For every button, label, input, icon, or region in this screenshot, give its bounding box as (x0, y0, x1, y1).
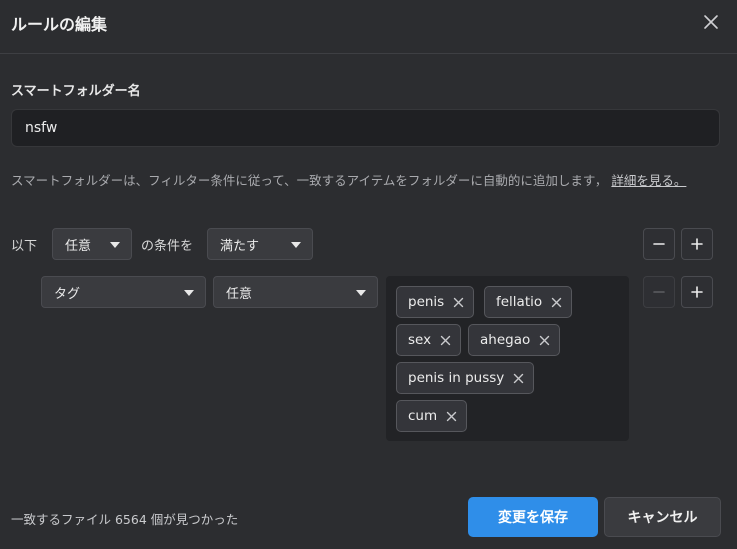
folder-name-input[interactable] (11, 109, 720, 147)
add-rule-button[interactable] (681, 276, 713, 308)
match-mode-select-value: 満たす (220, 238, 260, 254)
tag-chip-label: cum (408, 408, 438, 424)
tag-chip: cum (396, 400, 468, 432)
rule-field-select[interactable]: タグ (41, 276, 206, 308)
chevron-down-icon (291, 242, 301, 248)
close-icon (440, 335, 450, 345)
remove-tag-button[interactable] (550, 296, 562, 308)
conditions-prefix: 以下 (11, 239, 38, 254)
match-any-select[interactable]: 任意 (52, 228, 132, 260)
tag-chip: sex (396, 324, 462, 356)
close-icon (704, 15, 718, 29)
rule-field-select-value: タグ (54, 286, 81, 302)
conditions-middle: の条件を (141, 239, 194, 254)
close-icon (513, 373, 523, 383)
close-icon (453, 297, 463, 307)
minus-icon (653, 243, 665, 245)
plus-icon (691, 286, 703, 298)
match-mode-select[interactable]: 満たす (207, 228, 313, 260)
tag-chip-label: penis in pussy (408, 370, 505, 386)
rule-operator-select[interactable]: 任意 (213, 276, 378, 308)
cancel-button[interactable]: キャンセル (604, 497, 721, 537)
tag-chip-label: penis (408, 294, 445, 310)
close-icon (539, 335, 549, 345)
dialog-header: ルールの編集 (0, 0, 737, 54)
description-text: スマートフォルダーは、フィルター条件に従って、一致するアイテムをフォルダーに自動… (11, 170, 686, 189)
remove-rule-button[interactable] (643, 276, 675, 308)
remove-group-button[interactable] (643, 228, 675, 260)
dialog-title: ルールの編集 (11, 15, 108, 34)
tag-chip: fellatio (484, 286, 573, 318)
chevron-down-icon (356, 290, 366, 296)
match-any-select-value: 任意 (65, 238, 92, 254)
close-icon (446, 411, 456, 421)
match-count-text: 一致するファイル 6564 個が見つかった (11, 512, 239, 527)
remove-tag-button[interactable] (439, 334, 451, 346)
tag-chip: penis in pussy (396, 362, 535, 394)
description-body: スマートフォルダーは、フィルター条件に従って、一致するアイテムをフォルダーに自動… (11, 173, 608, 188)
chevron-down-icon (184, 290, 194, 296)
remove-tag-button[interactable] (452, 296, 464, 308)
add-group-button[interactable] (681, 228, 713, 260)
tag-chip: ahegao (468, 324, 561, 356)
minus-icon (653, 291, 665, 293)
tag-chip-label: sex (408, 332, 432, 348)
plus-icon (691, 238, 703, 250)
chevron-down-icon (110, 242, 120, 248)
remove-tag-button[interactable] (538, 334, 550, 346)
rule-operator-select-value: 任意 (226, 286, 253, 302)
remove-tag-button[interactable] (512, 372, 524, 384)
save-button[interactable]: 変更を保存 (468, 497, 598, 537)
tag-chip-label: fellatio (496, 294, 543, 310)
tag-input[interactable]: penis fellatio sex ahegao penis in pussy… (386, 276, 629, 441)
folder-name-label: スマートフォルダー名 (11, 84, 141, 99)
learn-more-link[interactable]: 詳細を見る。 (611, 173, 686, 188)
tag-chip: penis (396, 286, 475, 318)
remove-tag-button[interactable] (445, 410, 457, 422)
close-button[interactable] (700, 11, 722, 33)
tag-chip-label: ahegao (480, 332, 531, 348)
close-icon (551, 297, 561, 307)
